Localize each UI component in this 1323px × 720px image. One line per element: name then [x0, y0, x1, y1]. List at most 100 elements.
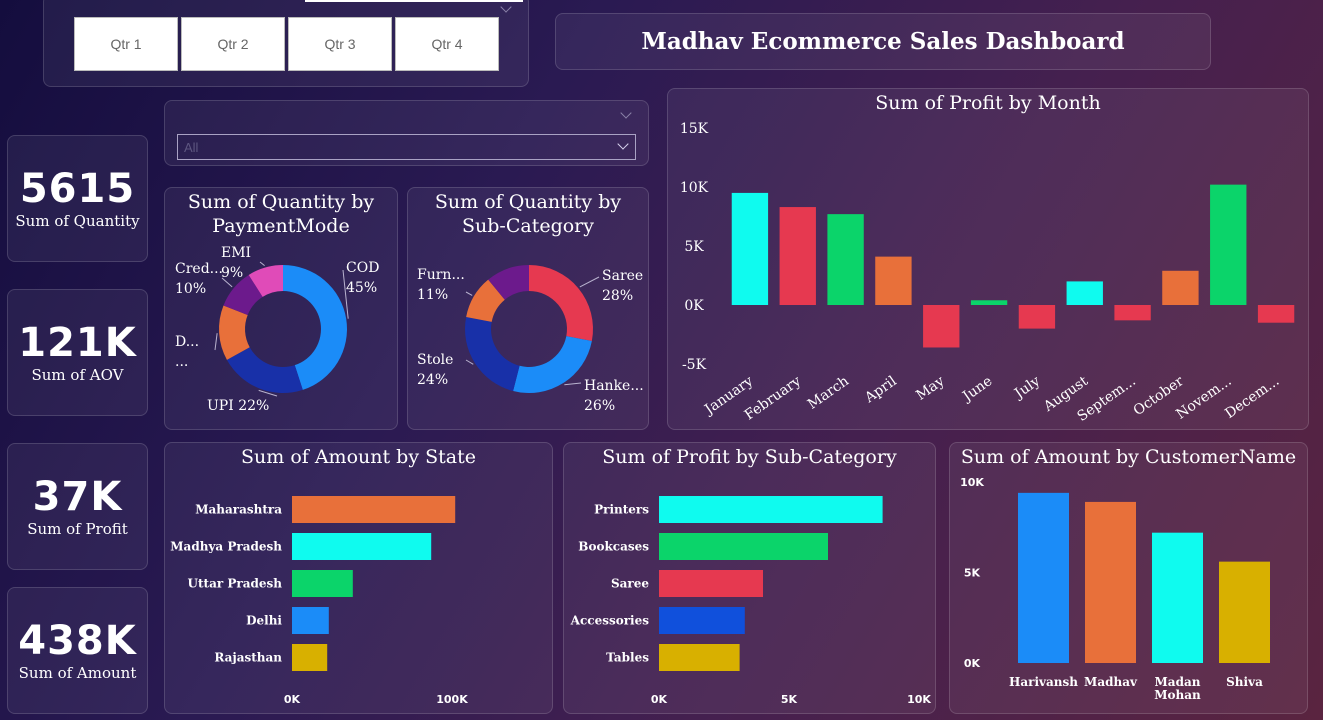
- y-tick-label: 10K: [960, 476, 984, 489]
- x-tick-label: May: [913, 373, 947, 404]
- qtr4-button[interactable]: Qtr 4: [395, 17, 499, 71]
- kpi-label: Sum of Profit: [27, 519, 128, 538]
- page-title: Madhav Ecommerce Sales Dashboard: [641, 28, 1125, 55]
- chevron-down-icon: [617, 138, 629, 150]
- y-tick-label: 5K: [964, 567, 981, 580]
- kpi-aov: 121K Sum of AOV: [7, 289, 148, 416]
- payment-mode-chart: Sum of Quantity by PaymentMode COD 45% UPI…: [164, 187, 398, 430]
- bar: [1114, 305, 1151, 321]
- bar: [1210, 184, 1247, 305]
- bar: [1219, 561, 1270, 663]
- leader-line: [214, 333, 218, 351]
- kpi-value: 121K: [18, 319, 137, 366]
- profit-subcategory-chart: Sum of Profit by Sub-Category Printers Bo…: [563, 442, 936, 714]
- y-tick-label: Tables: [606, 651, 649, 665]
- kpi-amount: 438K Sum of Amount: [7, 587, 148, 714]
- y-tick-label: Delhi: [246, 614, 282, 628]
- bar: [923, 305, 960, 348]
- slice-label: Stole: [417, 352, 453, 368]
- bar: [659, 644, 740, 671]
- slice-percent: 26%: [584, 398, 615, 414]
- y-tick-label: 0K: [964, 657, 981, 670]
- amount-state-plot: Maharashtra Madhya Pradesh Uttar Pradesh De…: [170, 496, 468, 706]
- leader-line: [465, 291, 473, 296]
- y-tick-label: Bookcases: [578, 540, 649, 554]
- slice-percent: 10%: [175, 281, 206, 297]
- y-tick-label: -5K: [682, 357, 707, 373]
- kpi-profit: 37K Sum of Profit: [7, 443, 148, 570]
- payment-mode-donut: COD 45% UPI 22% D...... Cred... 10% EMI 9%: [175, 245, 379, 414]
- x-tick-label: Madan: [1155, 675, 1201, 689]
- chevron-down-icon[interactable]: [620, 107, 632, 119]
- amount-customer-chart: Sum of Amount by CustomerName 10K 5K 0K Har…: [949, 442, 1308, 714]
- slice-percent: 9%: [221, 265, 243, 281]
- slice-percent: 45%: [346, 280, 377, 296]
- profit-subcategory-plot: Printers Bookcases Saree Accessories Tables 0…: [570, 496, 931, 706]
- kpi-quantity: 5615 Sum of Quantity: [7, 135, 148, 262]
- kpi-value: 438K: [18, 617, 137, 664]
- leader-line: [259, 261, 265, 267]
- slice-percent: ...: [175, 354, 188, 370]
- kpi-label: Sum of Amount: [18, 663, 137, 682]
- donut-slice: [529, 265, 593, 341]
- x-tick-label: March: [805, 373, 852, 413]
- bar: [292, 533, 432, 560]
- bar: [1257, 305, 1295, 323]
- y-tick-label: 5K: [684, 239, 704, 255]
- qtr1-button[interactable]: Qtr 1: [74, 17, 178, 71]
- x-tick-label: Shiva: [1226, 675, 1263, 689]
- state-dropdown[interactable]: All: [177, 134, 636, 160]
- bar: [1085, 501, 1136, 663]
- slice-label: Cred...: [175, 261, 223, 277]
- bar: [731, 192, 769, 305]
- kpi-label: Sum of AOV: [31, 365, 124, 384]
- bar: [779, 207, 816, 305]
- slice-percent: 11%: [417, 287, 448, 303]
- slice-percent: 28%: [602, 288, 633, 304]
- qtr3-button[interactable]: Qtr 3: [288, 17, 392, 71]
- x-tick-label: 100K: [436, 693, 468, 706]
- bar: [875, 256, 912, 305]
- donut-slice: [513, 336, 592, 393]
- amount-state-chart: Sum of Amount by State Maharashtra Madhya…: [164, 442, 553, 714]
- slice-label: Saree: [602, 268, 643, 284]
- slice-label: D...: [175, 334, 199, 350]
- bar: [1018, 305, 1056, 329]
- y-tick-label: Printers: [594, 503, 649, 517]
- bar: [1066, 281, 1103, 305]
- bar: [292, 496, 456, 523]
- profit-month-chart: Sum of Profit by Month 15K 10K 5K 0K -5K Janu…: [667, 88, 1309, 430]
- donut-slice: [226, 347, 303, 393]
- x-tick-label: 0K: [651, 693, 668, 706]
- bar: [292, 607, 329, 634]
- leader-line: [564, 382, 582, 386]
- leader-line: [579, 276, 600, 288]
- x-tick-label: Mohan: [1154, 688, 1201, 702]
- bar: [292, 570, 353, 597]
- qtr2-button[interactable]: Qtr 2: [181, 17, 285, 71]
- quantity-subcategory-chart: Sum of Quantity by Sub-Category Saree 28%…: [407, 187, 649, 430]
- bar: [1018, 492, 1069, 663]
- x-tick-label: 10K: [907, 693, 931, 706]
- top-accent-bar: [305, 0, 523, 2]
- y-tick-label: Saree: [611, 577, 649, 591]
- chevron-down-icon[interactable]: [500, 1, 512, 13]
- slice-label: UPI 22%: [207, 398, 269, 414]
- quantity-subcategory-donut: Saree 28% Hanke... 26% Stole 24% Furn... 11%: [417, 265, 644, 414]
- slice-label: COD: [346, 260, 379, 276]
- bar: [659, 607, 745, 634]
- bar: [659, 533, 828, 560]
- bar: [827, 214, 864, 305]
- kpi-value: 5615: [19, 165, 136, 212]
- state-slicer: All: [164, 100, 649, 166]
- bar: [659, 570, 763, 597]
- donut-slice: [465, 317, 520, 391]
- slice-label: Hanke...: [584, 378, 644, 394]
- bar: [292, 644, 328, 671]
- leader-line: [465, 359, 474, 365]
- amount-customer-plot: 10K 5K 0K Harivansh Madhav MadanMohan Shiva: [960, 476, 1270, 702]
- kpi-label: Sum of Quantity: [15, 211, 140, 230]
- slice-label: Furn...: [417, 267, 465, 283]
- slice-label: EMI: [221, 245, 251, 261]
- y-tick-label: 15K: [680, 121, 709, 137]
